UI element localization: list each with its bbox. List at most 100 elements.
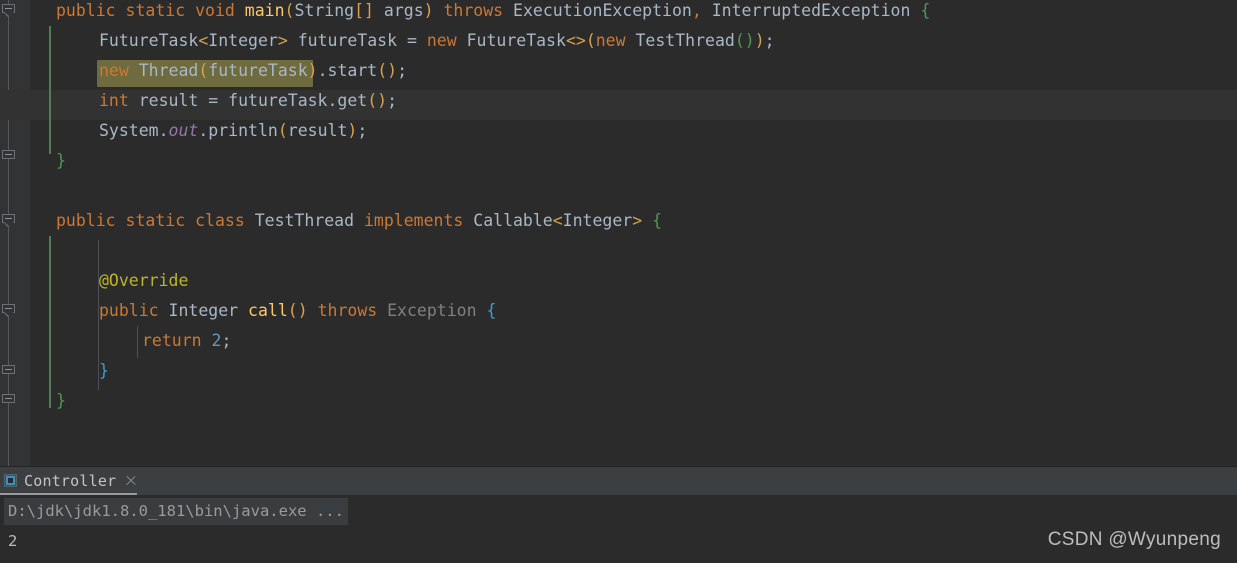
code-token: new: [426, 31, 457, 50]
code-token: class: [195, 211, 245, 230]
code-line[interactable]: int result = futureTask.get();: [99, 86, 397, 116]
code-token: call: [248, 301, 288, 320]
code-token: InterruptedException: [701, 1, 921, 20]
code-token: ;: [387, 91, 398, 110]
code-token: ;: [764, 31, 775, 50]
code-token: futureTask: [208, 61, 308, 80]
console-command-line[interactable]: D:\jdk\jdk1.8.0_181\bin\java.exe ...: [4, 498, 348, 525]
code-token: Integer: [208, 31, 278, 50]
code-token: .start: [317, 61, 378, 80]
code-token: System.: [99, 121, 169, 140]
code-token: futureTask =: [287, 31, 427, 50]
code-token: int: [99, 91, 129, 110]
code-token: @Override: [99, 271, 189, 290]
code-token: (): [287, 301, 308, 320]
code-token: String: [294, 1, 355, 20]
code-token: }: [56, 151, 66, 170]
code-token: (: [198, 61, 209, 80]
code-line[interactable]: return 2;: [142, 326, 231, 356]
code-token: (: [277, 121, 288, 140]
code-token: }: [99, 361, 109, 380]
code-token: (: [585, 31, 596, 50]
code-token: ;: [397, 61, 407, 80]
run-tool-window: Controller D:\jdk\jdk1.8.0_181\bin\java.…: [0, 466, 1237, 563]
console-output[interactable]: D:\jdk\jdk1.8.0_181\bin\java.exe ... 2: [0, 495, 1237, 563]
code-token: (: [284, 1, 295, 20]
ide-window: public static void main(String[] args) t…: [0, 0, 1237, 563]
code-token: throws: [317, 301, 378, 320]
code-token: >: [632, 211, 643, 230]
code-token: public: [56, 1, 116, 20]
code-token: ;: [221, 331, 232, 350]
code-token: implements: [363, 211, 464, 230]
code-token: (): [367, 91, 388, 110]
code-token: Callable: [463, 211, 553, 230]
code-token: }: [56, 391, 66, 410]
code-editor[interactable]: public static void main(String[] args) t…: [0, 0, 1237, 466]
code-token: {: [486, 301, 497, 320]
code-token: >: [277, 31, 288, 50]
code-token: ;: [357, 121, 368, 140]
code-token: TestThread: [625, 31, 735, 50]
code-line[interactable]: FutureTask<Integer> futureTask = new Fut…: [99, 26, 775, 56]
code-line[interactable]: }: [99, 356, 109, 386]
code-line[interactable]: public static class TestThread implement…: [56, 206, 662, 236]
code-line[interactable]: new Thread(futureTask).start();: [99, 56, 407, 86]
code-token: new: [595, 31, 626, 50]
code-line[interactable]: }: [56, 386, 66, 416]
code-line[interactable]: public static void main(String[] args) t…: [56, 0, 930, 26]
code-token: return: [142, 331, 202, 350]
code-token: ): [423, 1, 434, 20]
code-token: ): [307, 61, 318, 80]
code-token: <: [552, 211, 563, 230]
code-token: {: [920, 1, 931, 20]
vcs-change-bar[interactable]: [49, 26, 51, 154]
code-token: []: [354, 1, 374, 20]
code-token: FutureTask: [99, 31, 199, 50]
code-token: Integer: [562, 211, 633, 230]
code-token: (): [734, 31, 755, 50]
code-line[interactable]: @Override: [99, 266, 188, 296]
tab-controller[interactable]: Controller: [0, 467, 145, 495]
code-line[interactable]: }: [56, 146, 66, 176]
code-token: out: [168, 121, 199, 140]
code-token: ,: [691, 1, 702, 20]
code-token: TestThread: [244, 211, 364, 230]
close-icon[interactable]: [125, 475, 137, 487]
tab-label: Controller: [24, 472, 117, 490]
code-token: Exception: [377, 301, 477, 320]
code-surface[interactable]: public static void main(String[] args) t…: [0, 0, 1237, 466]
code-token: Thread: [128, 61, 199, 80]
code-token: args: [373, 1, 424, 20]
indent-guide: [137, 326, 138, 358]
code-token: static: [125, 1, 186, 20]
code-token: static: [125, 211, 186, 230]
code-token: (): [377, 61, 398, 80]
code-token: public: [99, 301, 159, 320]
code-line[interactable]: System.out.println(result);: [99, 116, 367, 146]
code-token: public: [56, 211, 116, 230]
code-token: ): [347, 121, 358, 140]
code-line[interactable]: public Integer call() throws Exception {: [99, 296, 496, 326]
code-token: new: [99, 61, 129, 80]
code-token: ): [754, 31, 765, 50]
code-token: 2: [211, 331, 222, 350]
vcs-change-bar[interactable]: [49, 236, 51, 408]
run-console-icon: [4, 474, 18, 488]
code-token: throws: [443, 1, 504, 20]
code-token: {: [652, 211, 663, 230]
code-token: .println: [198, 121, 278, 140]
code-token: main: [244, 1, 285, 20]
tool-window-tab-bar: Controller: [0, 467, 1237, 495]
code-token: <>: [565, 31, 586, 50]
code-token: FutureTask: [456, 31, 566, 50]
